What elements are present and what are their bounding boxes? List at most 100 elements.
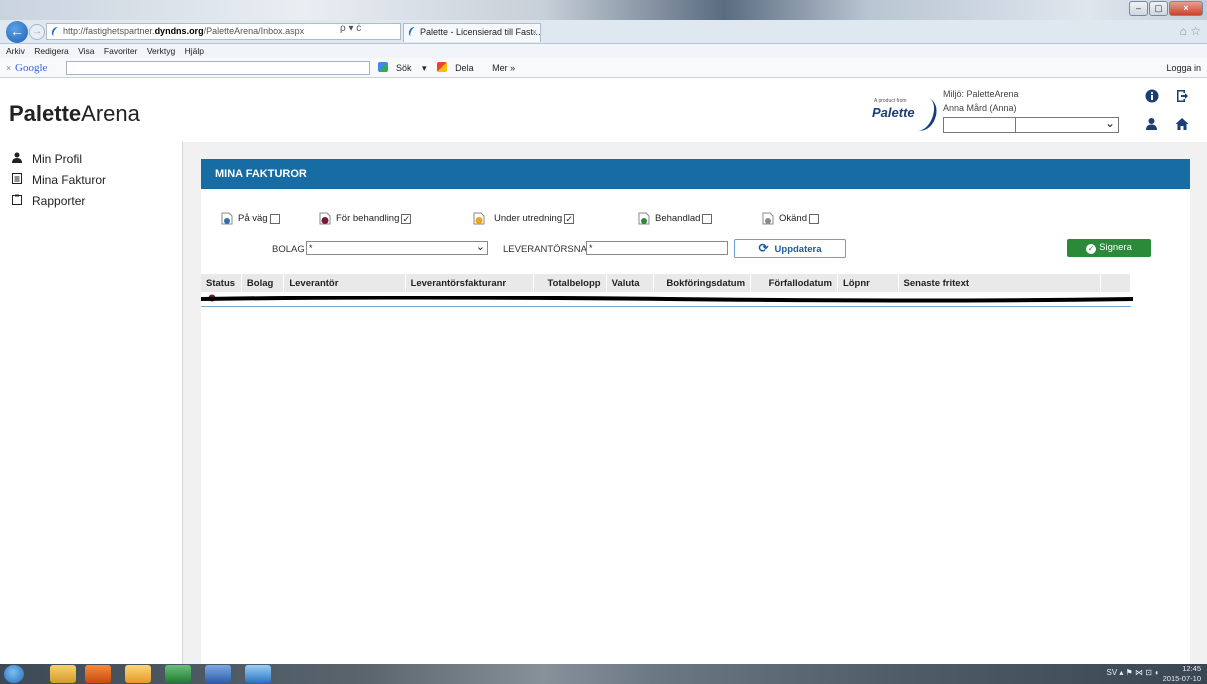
filter-checkbox[interactable]: [809, 213, 819, 224]
menu-hjalp[interactable]: Hjälp: [185, 46, 204, 56]
redaction-scribble: [201, 296, 1133, 303]
leverantor-input[interactable]: *: [586, 241, 728, 255]
google-share-button[interactable]: Dela: [437, 62, 482, 73]
status-doc-orange-icon: [473, 212, 485, 225]
col-totalbelopp[interactable]: Totalbelopp: [533, 274, 607, 292]
status-doc-gray-icon: [762, 212, 774, 225]
google-login-link[interactable]: Logga in: [1166, 58, 1201, 78]
tab-close-button[interactable]: ×: [532, 24, 537, 41]
sign-button[interactable]: ✓ Signera: [1067, 239, 1151, 257]
col-lopnr[interactable]: Löpnr: [837, 274, 899, 292]
environment-select-right[interactable]: [1015, 116, 1119, 133]
filter-okand[interactable]: Okänd: [762, 212, 819, 225]
filter-label: På väg: [238, 213, 268, 224]
filter-behandlad[interactable]: Behandlad: [638, 212, 713, 225]
filter-checkbox[interactable]: ✓: [401, 213, 412, 224]
google-search-button[interactable]: Sök ▾: [378, 62, 427, 73]
chevron-down-icon: ⌄: [475, 241, 485, 253]
filter-checkbox[interactable]: [269, 213, 280, 224]
explorer-taskbar-button[interactable]: [50, 665, 76, 683]
search-row: BOLAG * ⌄ LEVERANTÖRSNAMN * ⟳ Uppdatera ✓…: [201, 239, 1190, 261]
app-brand: PaletteArena: [9, 101, 140, 127]
header-icons: [1143, 89, 1193, 135]
maximize-button[interactable]: ▢: [1149, 1, 1168, 16]
back-button[interactable]: ←: [6, 21, 28, 43]
clock[interactable]: 12:45 2015-07-10: [1163, 664, 1201, 684]
window-controls: – ▢ ×: [1128, 1, 1203, 16]
logo-tagline: A product from: [874, 98, 907, 104]
google-toolbar: × Google Sök ▾ Dela Mer » Logga in: [0, 58, 1207, 78]
filter-checkbox[interactable]: [702, 213, 713, 224]
panel-title: MINA FAKTUROR: [201, 159, 1190, 189]
menu-favoriter[interactable]: Favoriter: [104, 46, 138, 56]
menu-redigera[interactable]: Redigera: [34, 46, 69, 56]
google-toolbar-buttons: Sök ▾ Dela Mer »: [378, 58, 523, 78]
col-leverantor[interactable]: Leverantör: [283, 274, 406, 292]
google-toolbar-close[interactable]: ×: [6, 58, 11, 78]
media-taskbar-button[interactable]: [85, 665, 111, 683]
address-tools[interactable]: ρ ▾ ċ: [340, 23, 361, 34]
palette-logo: A product from Palette: [870, 93, 942, 135]
col-status[interactable]: Status: [201, 274, 242, 292]
url-prefix: http://fastighetspartner.: [63, 26, 155, 36]
filter-label: Under utredning: [494, 213, 563, 224]
col-forfallodatum[interactable]: Förfallodatum: [750, 274, 838, 292]
environment-select-left[interactable]: [943, 117, 1015, 133]
check-circle-icon: ✓: [1086, 244, 1097, 254]
sidebar-item-mina-fakturor[interactable]: Mina Fakturor: [0, 169, 182, 190]
col-fakturanr[interactable]: Leverantörsfakturanr: [405, 274, 534, 292]
google-more-button[interactable]: Mer »: [492, 63, 515, 73]
google-search-input[interactable]: [66, 61, 370, 75]
close-window-button[interactable]: ×: [1169, 1, 1203, 16]
url-host: dyndns.org: [154, 26, 204, 36]
menu-verktyg[interactable]: Verktyg: [147, 46, 175, 56]
sign-button-label: Signera: [1099, 242, 1132, 253]
share-icon: [437, 62, 448, 72]
browser-titlebar: – ▢ ×: [0, 0, 1207, 20]
col-valuta[interactable]: Valuta: [606, 274, 655, 292]
col-senaste-fritext[interactable]: Senaste fritext: [898, 274, 1101, 292]
home-star-icons[interactable]: ⌂ ☆: [1180, 24, 1201, 38]
windows-taskbar: SV ▴ ⚑ ⋈ ⊡ ◖ 12:45 2015-07-10: [0, 664, 1207, 684]
document-icon: [10, 172, 24, 187]
filter-label: Okänd: [779, 213, 807, 224]
update-button[interactable]: ⟳ Uppdatera: [734, 239, 846, 258]
menu-visa[interactable]: Visa: [78, 46, 94, 56]
system-tray-icons[interactable]: SV ▴ ⚑ ⋈ ⊡ ◖: [1106, 668, 1159, 677]
forward-button[interactable]: →: [29, 24, 45, 40]
ie-taskbar-button[interactable]: [245, 665, 271, 683]
tab-palette[interactable]: Palette - Licensierad till Fast... ×: [403, 23, 541, 42]
sidebar-item-min-profil[interactable]: Min Profil: [0, 148, 182, 169]
sidebar-item-rapporter[interactable]: Rapporter: [0, 190, 182, 211]
address-bar-row: ← → http://fastighetspartner.dyndns.org/…: [0, 20, 1207, 44]
start-button[interactable]: [4, 665, 24, 683]
filter-pa-vag[interactable]: På väg: [221, 212, 280, 225]
minimize-button[interactable]: –: [1129, 1, 1148, 16]
col-bolag[interactable]: Bolag: [241, 274, 285, 292]
mail-taskbar-button[interactable]: [125, 665, 151, 683]
filter-for-behandling[interactable]: För behandling ✓: [319, 212, 412, 225]
filter-under-utredning[interactable]: Under utredning ✓: [473, 212, 575, 225]
home-icon[interactable]: [1175, 117, 1189, 131]
bolag-select[interactable]: * ⌄: [306, 241, 488, 255]
sidebar-item-label: Rapporter: [32, 193, 86, 208]
excel-taskbar-button[interactable]: [165, 665, 191, 683]
word-taskbar-button[interactable]: [205, 665, 231, 683]
ie-tab-icon: [407, 25, 419, 39]
table-header-row: Status Bolag Leverantör Leverantörsfaktu…: [201, 274, 1132, 292]
info-icon[interactable]: [1145, 89, 1159, 103]
browser-menubar: Arkiv Redigera Visa Favoriter Verktyg Hj…: [0, 44, 1207, 58]
sidebar: Min Profil Mina Fakturor Rapporter: [0, 142, 183, 664]
environment-selects: [943, 116, 1119, 133]
filter-label: Behandlad: [655, 213, 701, 224]
refresh-icon: ⟳: [758, 241, 769, 255]
environment-info: Miljö: PaletteArena Anna Mård (Anna): [943, 87, 1019, 115]
update-button-label: Uppdatera: [774, 244, 822, 255]
filter-checkbox[interactable]: ✓: [564, 213, 575, 224]
logout-icon[interactable]: [1175, 89, 1189, 103]
status-doc-red-icon: [319, 212, 331, 225]
col-bokforingsdatum[interactable]: Bokföringsdatum: [653, 274, 752, 292]
user-icon[interactable]: [1145, 117, 1158, 131]
menu-arkiv[interactable]: Arkiv: [6, 46, 25, 56]
clipboard-icon: [10, 194, 24, 208]
